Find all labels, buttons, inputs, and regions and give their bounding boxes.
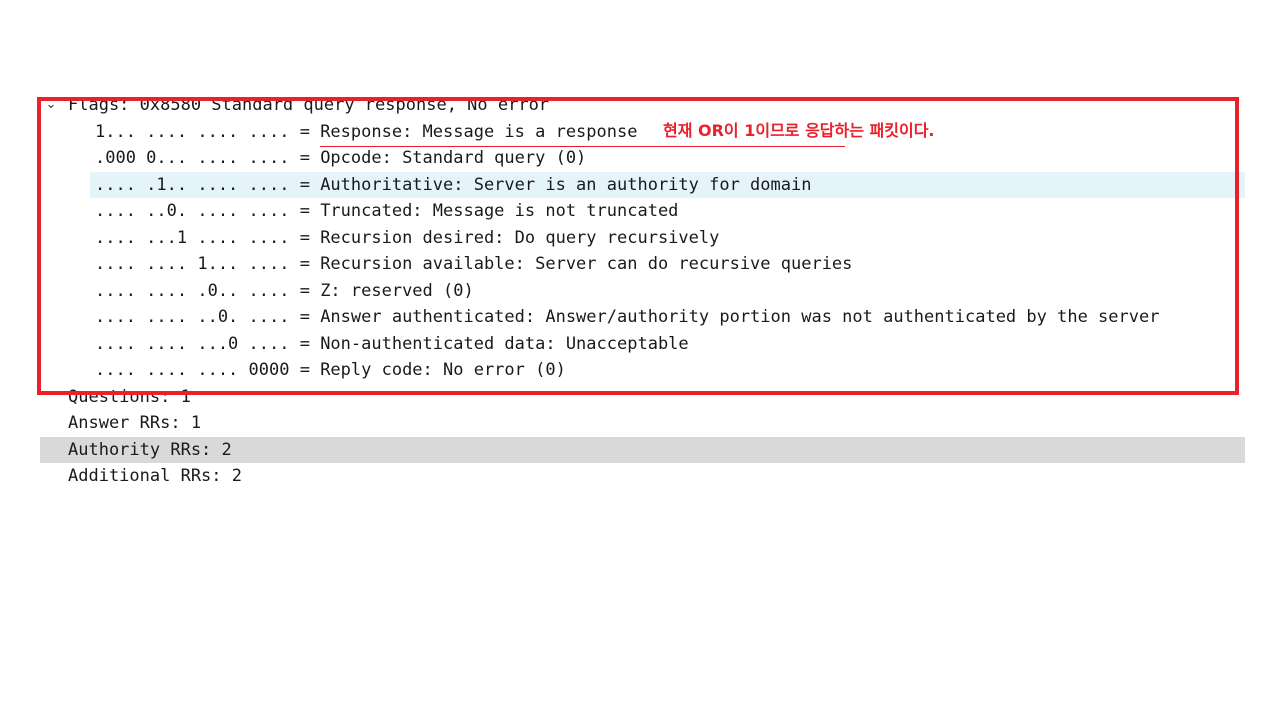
authority-rrs-text: Authority RRs: 2 [68, 439, 232, 460]
flag-desc: Answer authenticated: Answer/authority p… [320, 307, 1160, 327]
flag-row-truncated[interactable]: .... ..0. .... .... = Truncated: Message… [40, 198, 1245, 225]
flag-desc: Recursion desired: Do query recursively [320, 227, 720, 248]
flag-bits: .... ..0. .... .... [95, 201, 290, 221]
flag-desc: Response: Message is a response [320, 121, 638, 142]
annotation-note: 현재 OR이 1이므로 응답하는 패킷이다. [663, 121, 935, 140]
flag-bits: .... ...1 .... .... [95, 227, 290, 248]
additional-rrs-row[interactable]: Additional RRs: 2 [40, 463, 1245, 490]
flag-row-response[interactable]: 1... .... .... .... = Response: Message … [40, 119, 1245, 146]
flags-header-row[interactable]: ⌄ Flags: 0x8580 Standard query response,… [40, 92, 1245, 119]
answer-rrs-text: Answer RRs: 1 [68, 413, 202, 433]
flag-row-recursion-available[interactable]: .... .... 1... .... = Recursion availabl… [40, 251, 1245, 278]
flag-bits: .... .1.. .... .... [95, 174, 290, 195]
flag-desc: Z: reserved (0) [320, 280, 474, 301]
flag-desc: Recursion available: Server can do recur… [320, 254, 853, 274]
dns-flags-tree: ⌄ Flags: 0x8580 Standard query response,… [40, 92, 1245, 490]
flag-desc: Truncated: Message is not truncated [320, 201, 679, 221]
flag-row-answer-authenticated[interactable]: .... .... ..0. .... = Answer authenticat… [40, 304, 1245, 331]
authority-rrs-row[interactable]: Authority RRs: 2 [40, 436, 1245, 463]
flag-desc: Reply code: No error (0) [320, 360, 566, 380]
flag-desc: Non-authenticated data: Unacceptable [320, 333, 689, 354]
flag-row-opcode[interactable]: .000 0... .... .... = Opcode: Standard q… [40, 145, 1245, 172]
flag-row-z[interactable]: .... .... .0.. .... = Z: reserved (0) [40, 278, 1245, 305]
answer-rrs-row[interactable]: Answer RRs: 1 [40, 410, 1245, 437]
flag-desc: Opcode: Standard query (0) [320, 148, 587, 168]
flag-row-non-authenticated[interactable]: .... .... ...0 .... = Non-authenticated … [40, 331, 1245, 358]
annotation-underline [320, 146, 845, 147]
flag-row-reply-code[interactable]: .... .... .... 0000 = Reply code: No err… [40, 357, 1245, 384]
questions-row[interactable]: Questions: 1 [40, 384, 1245, 411]
flag-bits: .... .... .0.. .... [95, 280, 290, 301]
packet-details-pane: ⌄ Flags: 0x8580 Standard query response,… [0, 0, 1280, 720]
flag-bits: .... .... 1... .... [95, 254, 290, 274]
flag-bits: .... .... .... 0000 [95, 360, 290, 380]
flag-row-recursion-desired[interactable]: .... ...1 .... .... = Recursion desired:… [40, 225, 1245, 252]
additional-rrs-text: Additional RRs: 2 [68, 466, 242, 486]
chevron-down-icon[interactable]: ⌄ [42, 92, 60, 119]
flag-bits: .... .... ..0. .... [95, 307, 290, 327]
flag-bits: .... .... ...0 .... [95, 333, 290, 354]
questions-text: Questions: 1 [68, 386, 191, 407]
flag-desc: Authoritative: Server is an authority fo… [320, 174, 812, 195]
flag-row-authoritative[interactable]: .... .1.. .... .... = Authoritative: Ser… [40, 171, 1245, 198]
flags-header-text: Flags: 0x8580 Standard query response, N… [68, 95, 550, 115]
flag-bits: 1... .... .... .... [95, 121, 290, 142]
flag-bits: .000 0... .... .... [95, 148, 290, 168]
